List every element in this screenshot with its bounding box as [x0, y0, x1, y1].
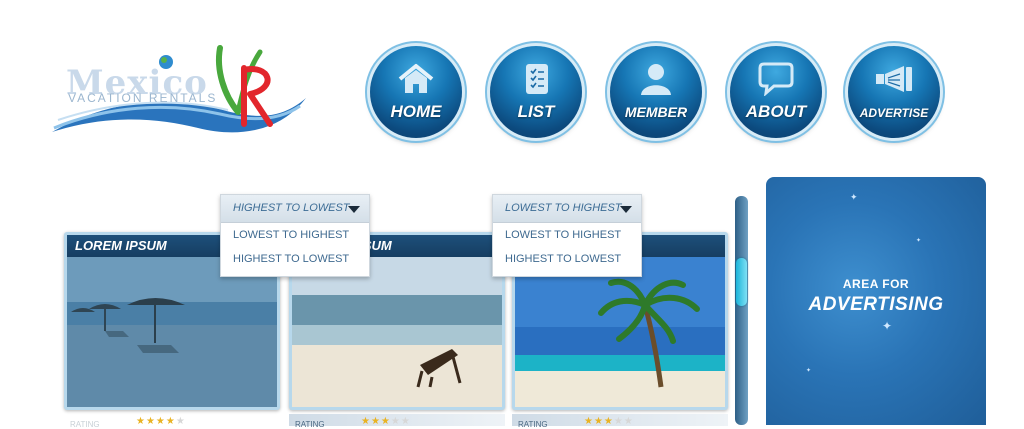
sparkle-icon: ✦: [850, 193, 858, 203]
card-photo-beach-umbrellas: [67, 257, 277, 407]
nav-member-label: MEMBER: [624, 104, 688, 120]
dropdown-arrow-icon[interactable]: [620, 206, 632, 213]
sparkle-icon: ✦: [806, 367, 812, 374]
sort-option-low-high[interactable]: LOWEST TO HIGHEST: [221, 223, 369, 247]
card-photo-beach-chair: [292, 257, 502, 407]
sort-selected-value: LOWEST TO HIGHEST: [505, 202, 622, 214]
nav-home-button[interactable]: HOME: [370, 46, 462, 138]
sort-selected-value: HIGHEST TO LOWEST: [233, 202, 350, 214]
home-icon: [398, 64, 434, 93]
rating-stars: ★★★★★: [584, 416, 634, 427]
vertical-scrollbar[interactable]: [735, 196, 748, 425]
sort-option-low-high[interactable]: LOWEST TO HIGHEST: [493, 223, 641, 247]
nav-list-button[interactable]: LIST: [490, 46, 582, 138]
nav-list-label: LIST: [517, 102, 555, 121]
scroll-list-icon: [526, 64, 548, 94]
sort-dropdown[interactable]: HIGHEST TO LOWEST LOWEST TO HIGHEST HIGH…: [220, 194, 370, 277]
card-rating: RATING ★★★★★: [64, 414, 274, 429]
nav-about-label: ABOUT: [745, 102, 807, 121]
sort-option-high-low[interactable]: HIGHEST TO LOWEST: [221, 247, 369, 271]
card-photo-palm-tree: [515, 257, 725, 407]
nav-advertise-label: ADVERTISE: [859, 106, 929, 120]
ad-heading-small: AREA FOR: [842, 277, 910, 291]
advertising-panel[interactable]: ✦ ✦ ✦ ✦ AREA FOR ADVERTISING: [766, 177, 986, 425]
sort-option-high-low[interactable]: HIGHEST TO LOWEST: [493, 247, 641, 271]
megaphone-icon: [876, 66, 912, 92]
sparkle-icon: ✦: [882, 319, 893, 333]
person-icon: [641, 64, 671, 95]
rating-stars: ★★★★★: [136, 416, 186, 427]
card-rating: RATING ★★★★★: [289, 414, 505, 429]
nav-member-button[interactable]: MEMBER: [610, 46, 702, 138]
nav-home-label: HOME: [390, 102, 442, 121]
card-rating: RATING ★★★★★: [512, 414, 728, 429]
logo-subtitle: VACATION RENTALS: [68, 91, 218, 105]
speech-bubble-icon: [758, 62, 794, 96]
sort-dropdown[interactable]: LOWEST TO HIGHEST LOWEST TO HIGHEST HIGH…: [492, 194, 642, 277]
scrollbar-thumb[interactable]: [736, 258, 747, 306]
sort-dropdown-selected[interactable]: LOWEST TO HIGHEST: [493, 195, 641, 223]
rating-stars: ★★★★★: [361, 416, 411, 427]
ad-heading-large: ADVERTISING: [808, 294, 944, 315]
nav-advertise-button[interactable]: ADVERTISE: [848, 46, 940, 138]
nav-about-button[interactable]: ABOUT: [730, 46, 822, 138]
sparkle-icon: ✦: [916, 237, 922, 244]
sort-dropdown-selected[interactable]: HIGHEST TO LOWEST: [221, 195, 369, 223]
dropdown-arrow-icon[interactable]: [348, 206, 360, 213]
